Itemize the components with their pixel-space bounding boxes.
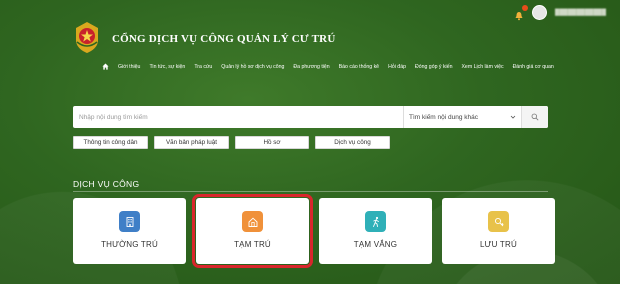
site-header: CỔNG DỊCH VỤ CÔNG QUẢN LÝ CƯ TRÚ	[72, 20, 335, 54]
service-card-tam-vang[interactable]: TẠM VẮNG	[319, 198, 432, 264]
key-icon	[488, 211, 509, 232]
section-divider	[73, 191, 548, 192]
service-card-label: TẠM TRÚ	[234, 240, 271, 249]
service-card-tam-tru[interactable]: TẠM TRÚ	[192, 194, 313, 268]
avatar[interactable]	[531, 5, 547, 20]
walking-person-icon	[365, 211, 386, 232]
user-area: ████████████	[514, 4, 606, 20]
quick-link-dich-vu-cong[interactable]: Dịch vụ công	[315, 136, 390, 149]
nav-item-lich-lam-viec[interactable]: Xem Lịch làm việc	[461, 64, 503, 70]
search-bar: Tìm kiếm nội dung khác	[73, 106, 548, 128]
service-card-luu-tru[interactable]: LƯU TRÚ	[442, 198, 555, 264]
nav-item-dong-gop[interactable]: Đóng góp ý kiến	[415, 64, 453, 70]
search-button[interactable]	[521, 106, 548, 128]
user-name-blurred[interactable]: ████████████	[555, 10, 606, 16]
main-nav: Giới thiệu Tin tức, sự kiện Tra cứu Quản…	[102, 63, 554, 70]
search-scope-value: Tìm kiếm nội dung khác	[409, 113, 479, 121]
notification-badge	[521, 4, 528, 11]
service-card-thuong-tru[interactable]: THƯỜNG TRÚ	[73, 198, 186, 264]
section-title: DỊCH VỤ CÔNG	[73, 179, 140, 189]
chevron-down-icon	[510, 115, 516, 119]
building-icon	[119, 211, 140, 232]
search-scope-select[interactable]: Tìm kiếm nội dung khác	[403, 106, 521, 128]
nav-item-gioi-thieu[interactable]: Giới thiệu	[118, 64, 140, 70]
nav-item-danh-gia[interactable]: Đánh giá cơ quan	[513, 64, 554, 70]
notification-bell-icon[interactable]	[514, 4, 528, 20]
nav-item-tin-tuc[interactable]: Tin tức, sự kiện	[149, 64, 185, 70]
quick-link-thong-tin-cong-dan[interactable]: Thông tin công dân	[73, 136, 148, 149]
search-icon	[531, 113, 539, 121]
quick-link-van-ban-phap-luat[interactable]: Văn bản pháp luật	[154, 136, 229, 149]
nav-item-da-phuong-tien[interactable]: Đa phương tiện	[293, 64, 329, 70]
service-cards: THƯỜNG TRÚ TẠM TRÚ TẠM VẮNG LƯU TRÚ	[73, 194, 555, 268]
service-card-label: THƯỜNG TRÚ	[101, 240, 158, 249]
house-icon	[242, 211, 263, 232]
site-title[interactable]: CỔNG DỊCH VỤ CÔNG QUẢN LÝ CƯ TRÚ	[112, 33, 335, 45]
nav-item-quan-ly-ho-so[interactable]: Quản lý hồ sơ dịch vụ công	[221, 64, 284, 70]
police-emblem-logo[interactable]	[72, 20, 102, 54]
service-card-label: LƯU TRÚ	[480, 240, 517, 249]
nav-item-tra-cuu[interactable]: Tra cứu	[194, 64, 212, 70]
home-icon[interactable]	[102, 63, 109, 70]
quick-links: Thông tin công dân Văn bản pháp luật Hồ …	[73, 136, 390, 149]
nav-item-hoi-dap[interactable]: Hỏi đáp	[388, 64, 406, 70]
nav-item-bao-cao[interactable]: Báo cáo thống kê	[339, 64, 379, 70]
service-card-label: TẠM VẮNG	[353, 240, 398, 249]
search-input[interactable]	[73, 106, 403, 128]
quick-link-ho-so[interactable]: Hồ sơ	[235, 136, 309, 149]
